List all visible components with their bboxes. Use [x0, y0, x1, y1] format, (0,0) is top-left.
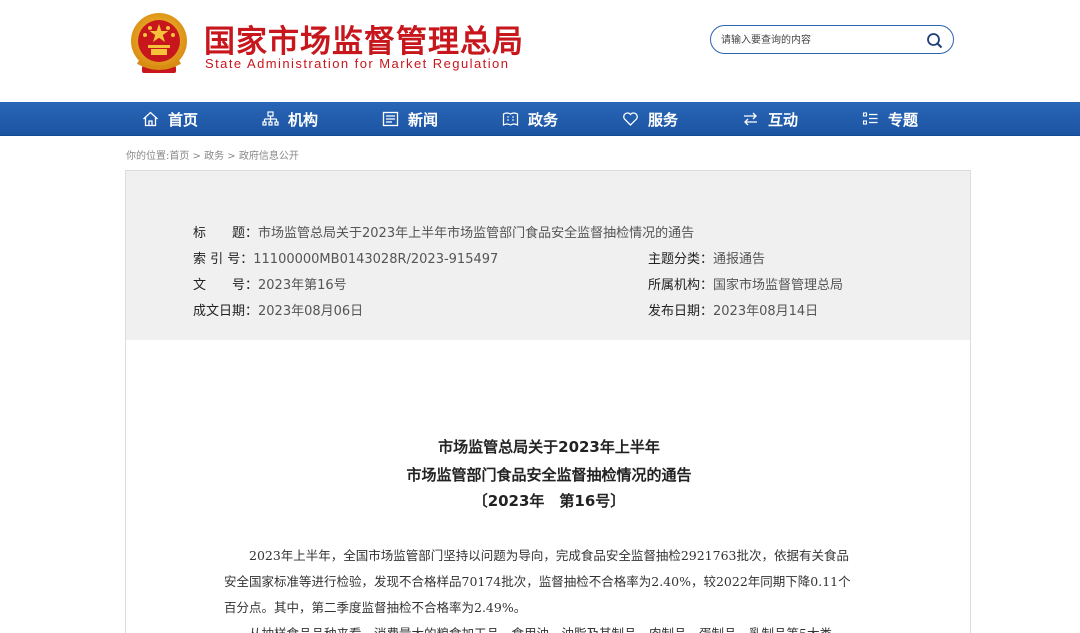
affairs-icon — [502, 112, 519, 127]
breadcrumb[interactable]: 你的位置:首页 > 政务 > 政府信息公开 — [126, 147, 299, 162]
document-meta-panel: 标 题：市场监管总局关于2023年上半年市场监管部门食品安全监督抽检情况的通告 … — [125, 170, 971, 341]
heart-icon — [623, 112, 638, 126]
nav-label: 机构 — [288, 110, 319, 129]
meta-agency-row: 所属机构：国家市场监督管理总局 — [648, 274, 843, 293]
home-icon — [143, 111, 158, 127]
meta-published-row: 发布日期：2023年08月14日 — [648, 300, 818, 319]
exchange-icon — [744, 112, 757, 126]
meta-title-value: 市场监管总局关于2023年上半年市场监管部门食品安全监督抽检情况的通告 — [258, 226, 695, 241]
nav-item-topics[interactable]: 专题 — [862, 102, 918, 136]
article-paragraph-line: 安全国家标准等进行检验，发现不合格样品70174批次，监督抽检不合格率为2.40… — [224, 574, 851, 589]
article-paragraph-line: 从抽样食品品种来看，消费量大的粮食加工品、食用油、油脂及其制品、肉制品、蛋制品、… — [224, 619, 876, 633]
article-title-line-2: 市场监管部门食品安全监督抽检情况的通告 — [406, 466, 692, 484]
site-title-cn[interactable]: 国家市场监督管理总局 — [204, 16, 524, 61]
meta-created-row: 成文日期：2023年08月06日 — [193, 300, 363, 319]
meta-docno-label: 文 号： — [193, 278, 259, 293]
nav-label: 专题 — [888, 110, 919, 129]
meta-docno-row: 文 号：2023年第16号 — [193, 274, 347, 293]
search-icon[interactable] — [926, 32, 943, 49]
nav-label: 首页 — [168, 110, 199, 129]
site-header: 国家市场监督管理总局 State Administration for Mark… — [0, 0, 1080, 102]
nav-label: 互动 — [768, 110, 799, 129]
article-body: 市场监管总局关于2023年上半年 市场监管部门食品安全监督抽检情况的通告 〔20… — [125, 340, 971, 633]
meta-category-value: 通报通告 — [713, 252, 766, 267]
nav-item-services[interactable]: 服务 — [622, 102, 678, 136]
meta-category-row: 主题分类：通报通告 — [648, 248, 765, 267]
article-paragraph-line: 2023年上半年，全国市场监管部门坚持以问题为导向，完成食品安全监督抽检2921… — [224, 548, 849, 563]
main-nav: 首页 机构 新闻 政务 服务 互动 专题 — [0, 102, 1080, 136]
nav-label: 政务 — [528, 110, 559, 129]
meta-index-row: 索 引 号：11100000MB0143028R/2023-915497 — [193, 248, 498, 267]
meta-agency-value: 国家市场监督管理总局 — [713, 278, 844, 293]
meta-created-value: 2023年08月06日 — [258, 304, 364, 319]
nav-label: 服务 — [648, 110, 679, 129]
site-title-en[interactable]: State Administration for Market Regulati… — [205, 56, 509, 71]
meta-category-label: 主题分类： — [648, 252, 714, 267]
nav-item-interaction[interactable]: 互动 — [742, 102, 798, 136]
article-title-line-1: 市场监管总局关于2023年上半年 — [438, 438, 660, 456]
nav-item-news[interactable]: 新闻 — [382, 102, 438, 136]
meta-agency-label: 所属机构： — [648, 278, 714, 293]
meta-index-value: 11100000MB0143028R/2023-915497 — [253, 252, 499, 267]
nav-item-organization[interactable]: 机构 — [262, 102, 318, 136]
meta-docno-value: 2023年第16号 — [258, 278, 347, 293]
org-chart-icon — [262, 111, 279, 126]
nav-item-home[interactable]: 首页 — [142, 102, 198, 136]
meta-published-value: 2023年08月14日 — [713, 304, 819, 319]
nav-item-affairs[interactable]: 政务 — [502, 102, 558, 136]
article-paragraph-line: 百分点。其中，第二季度监督抽检不合格率为2.49%。 — [224, 600, 527, 615]
news-icon — [382, 111, 399, 127]
nav-label: 新闻 — [408, 110, 439, 129]
meta-published-label: 发布日期： — [648, 304, 714, 319]
topic-list-icon — [862, 112, 878, 125]
search-box — [710, 25, 954, 54]
national-emblem-icon[interactable] — [128, 12, 190, 78]
meta-title-label: 标 题： — [193, 226, 259, 241]
meta-title-row: 标 题：市场监管总局关于2023年上半年市场监管部门食品安全监督抽检情况的通告 — [193, 222, 694, 241]
article-docno: 〔2023年 第16号〕 — [472, 492, 626, 510]
search-input[interactable] — [721, 31, 921, 49]
meta-index-label: 索 引 号： — [193, 252, 254, 267]
meta-created-label: 成文日期： — [193, 304, 259, 319]
